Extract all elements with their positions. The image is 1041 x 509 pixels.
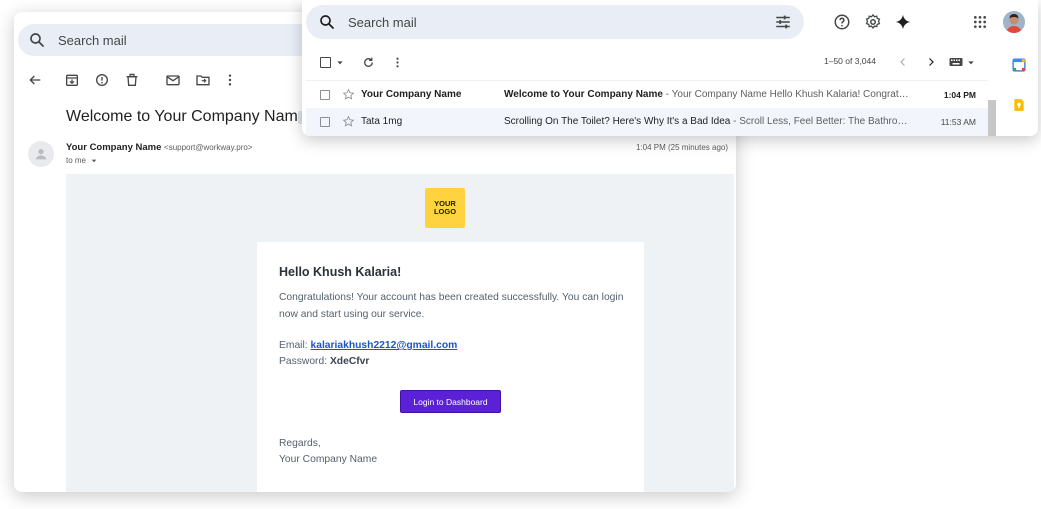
chevron-right-icon[interactable] [925, 56, 937, 68]
search-placeholder: Search mail [348, 14, 417, 30]
row-time: 11:53 AM [940, 117, 976, 127]
email-subject: Welcome to Your Company Name [66, 108, 307, 125]
password-value: XdeCfvr [329, 356, 370, 367]
back-search-bar[interactable]: Search mail [18, 24, 314, 56]
side-panel-apps [1002, 46, 1038, 136]
tune-icon[interactable] [774, 13, 792, 31]
row-subject: Welcome to Your Company Name [504, 89, 663, 100]
sender-line: Your Company Name <support@workway.pro> [66, 142, 252, 153]
row-snippet: - Scroll Less, Feel Better: The Bathro… [730, 116, 908, 127]
keep-icon[interactable] [1012, 98, 1026, 112]
recipient-text: to me [66, 156, 87, 165]
keyboard-icon[interactable] [949, 57, 963, 67]
more-vert-icon[interactable] [391, 56, 404, 69]
settings-icon[interactable] [863, 12, 883, 32]
body-paragraph: Congratulations! Your account has been c… [279, 292, 624, 320]
list-toolbar: 1–50 of 3,044 [306, 46, 998, 78]
input-tools-dropdown-icon[interactable] [967, 59, 975, 67]
apps-grid-icon[interactable] [970, 12, 990, 32]
email-label: Email: [279, 340, 311, 351]
row-sender: Tata 1mg [361, 116, 403, 127]
password-label: Password: [279, 356, 330, 367]
help-icon[interactable] [832, 12, 852, 32]
sender-avatar[interactable] [28, 141, 54, 167]
recipient-line[interactable]: to me [66, 156, 98, 165]
chevron-left-icon[interactable] [897, 56, 909, 68]
more-vert-icon[interactable] [221, 71, 239, 89]
regards-text: Regards, [279, 438, 321, 449]
star-icon[interactable] [342, 88, 355, 101]
list-scrollbar[interactable] [988, 100, 996, 136]
search-icon [30, 33, 44, 47]
mail-row[interactable]: Tata 1mg Scrolling On The Toilet? Here's… [306, 108, 988, 136]
row-subject-line: Scrolling On The Toilet? Here's Why It's… [504, 116, 914, 127]
row-checkbox[interactable] [320, 117, 330, 127]
move-to-icon[interactable] [194, 71, 212, 89]
row-subject: Scrolling On The Toilet? Here's Why It's… [504, 116, 731, 127]
person-icon [35, 149, 47, 160]
password-credential: Password: XdeCfvr [279, 356, 369, 367]
login-dashboard-button[interactable]: Login to Dashboard [400, 390, 501, 413]
greeting: Hello Khush Kalaria! [279, 265, 402, 279]
inbox-window: Search mail 1–50 of 3,044 Your Company N… [302, 0, 1038, 136]
email-credential: Email: kalariakhush2212@gmail.com [279, 340, 457, 351]
refresh-icon[interactable] [362, 56, 375, 69]
report-spam-icon[interactable] [93, 71, 111, 89]
search-icon[interactable] [318, 13, 336, 31]
sent-time: 1:04 PM (25 minutes ago) [635, 143, 728, 152]
pagination-text: 1–50 of 3,044 [824, 56, 876, 66]
chevron-down-icon[interactable] [90, 157, 98, 165]
company-logo: YOUR LOGO [425, 188, 465, 228]
back-arrow-icon[interactable] [26, 71, 44, 89]
signoff-text: Your Company Name [279, 454, 378, 465]
select-dropdown-icon[interactable] [336, 59, 344, 67]
sender-name[interactable]: Your Company Name [66, 142, 161, 153]
row-snippet: - Your Company Name Hello Khush Kalaria!… [662, 89, 909, 100]
row-time: 1:04 PM [943, 90, 976, 100]
row-checkbox[interactable] [320, 90, 330, 100]
logo-line-2: LOGO [433, 207, 457, 216]
calendar-icon[interactable] [1012, 58, 1026, 72]
archive-icon[interactable] [63, 71, 81, 89]
mail-row[interactable]: Your Company Name Welcome to Your Compan… [306, 80, 988, 108]
email-body: YOUR LOGO Hello Khush Kalaria! Congratul… [66, 174, 734, 492]
search-bar[interactable]: Search mail [306, 5, 804, 39]
row-subject-line: Welcome to Your Company Name - Your Comp… [504, 89, 914, 100]
sender-address: <support@workway.pro> [164, 143, 253, 152]
email-link[interactable]: kalariakhush2212@gmail.com [310, 340, 457, 351]
mail-list-panel: 1–50 of 3,044 Your Company Name Welcome … [306, 46, 998, 136]
search-placeholder: Search mail [58, 32, 127, 48]
email-card: Hello Khush Kalaria! Congratulations! Yo… [257, 242, 644, 492]
screen: Search mail Welcome to Your Company Name… [0, 0, 1041, 509]
gemini-icon[interactable] [893, 12, 913, 32]
profile-photo-icon [1003, 11, 1025, 33]
delete-icon[interactable] [123, 71, 141, 89]
star-icon[interactable] [342, 115, 355, 128]
row-sender: Your Company Name [361, 89, 462, 100]
account-avatar[interactable] [1003, 11, 1025, 33]
select-all-checkbox[interactable] [320, 57, 331, 68]
mark-unread-icon[interactable] [164, 71, 182, 89]
